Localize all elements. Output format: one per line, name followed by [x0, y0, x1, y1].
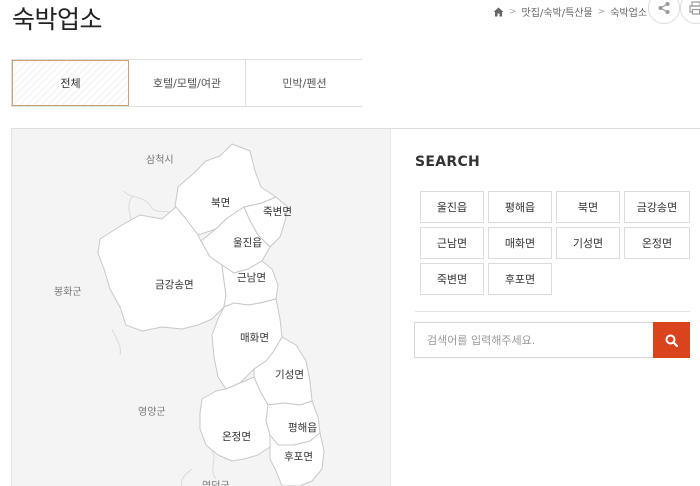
tab-hotel-motel-inn[interactable]: 호텔/모텔/여관 — [129, 60, 246, 106]
map-label-geumgangsong[interactable]: 금강송면 — [155, 277, 194, 292]
region-button-bukmyeon[interactable]: 북면 — [556, 191, 620, 223]
breadcrumb-item-food-lodging[interactable]: 맛집/숙박/특산물 — [522, 4, 593, 19]
region-button-giseong[interactable]: 기성면 — [556, 227, 620, 259]
page-title: 숙박업소 — [12, 5, 103, 34]
search-divider — [415, 311, 690, 312]
print-button[interactable] — [680, 0, 700, 24]
region-map: 삼척시 봉화군 영양군 영덕군 북면 죽변면 울진읍 금강송면 근남면 매화면 … — [11, 129, 391, 486]
share-icon — [658, 2, 670, 14]
breadcrumb-item-lodging[interactable]: 숙박업소 — [610, 4, 647, 19]
search-input[interactable] — [414, 322, 654, 358]
map-label-geunnam[interactable]: 근남면 — [237, 270, 266, 285]
map-label-pyeonghae[interactable]: 평해읍 — [288, 420, 317, 435]
map-label-bonghwa: 봉화군 — [54, 287, 82, 298]
map-svg — [97, 143, 325, 486]
category-tabs: 전체 호텔/모텔/여관 민박/펜션 — [11, 59, 363, 107]
region-button-onjeong[interactable]: 온정면 — [624, 227, 690, 259]
region-button-maehwa[interactable]: 매화면 — [488, 227, 552, 259]
map-label-bukmyeon[interactable]: 북면 — [211, 195, 230, 210]
region-button-pyeonghae[interactable]: 평해읍 — [488, 191, 552, 223]
region-button-geunnam[interactable]: 근남면 — [420, 227, 484, 259]
map-label-onjeong[interactable]: 온정면 — [222, 429, 251, 444]
region-button-jukbyeon[interactable]: 죽변면 — [420, 263, 484, 295]
tab-all[interactable]: 전체 — [12, 60, 129, 106]
tab-minbak-pension[interactable]: 민박/펜션 — [246, 60, 363, 106]
breadcrumb-separator-icon: > — [597, 6, 606, 17]
share-button[interactable] — [648, 0, 680, 24]
search-button[interactable] — [653, 322, 690, 358]
search-heading: SEARCH — [415, 154, 481, 170]
map-label-yeongdeok: 영덕군 — [202, 477, 230, 486]
map-label-uljin[interactable]: 울진읍 — [233, 235, 262, 250]
breadcrumb: > 맛집/숙박/특산물 > 숙박업소 — [493, 4, 647, 19]
map-label-maehwa[interactable]: 매화면 — [240, 330, 269, 345]
home-icon[interactable] — [493, 7, 504, 17]
search-icon — [665, 334, 678, 347]
breadcrumb-separator-icon: > — [509, 6, 517, 17]
map-label-samcheok: 삼척시 — [146, 155, 174, 166]
region-button-geumgangsong[interactable]: 금강송면 — [624, 191, 690, 223]
map-label-giseong[interactable]: 기성면 — [275, 367, 304, 382]
region-button-uljin[interactable]: 울진읍 — [420, 191, 484, 223]
map-label-yeongyang: 영양군 — [138, 407, 166, 418]
region-button-hupo[interactable]: 후포면 — [488, 263, 552, 295]
map-label-jukbyeon[interactable]: 죽변면 — [263, 204, 292, 219]
print-icon — [689, 1, 700, 15]
map-label-hupo[interactable]: 후포면 — [284, 449, 313, 464]
